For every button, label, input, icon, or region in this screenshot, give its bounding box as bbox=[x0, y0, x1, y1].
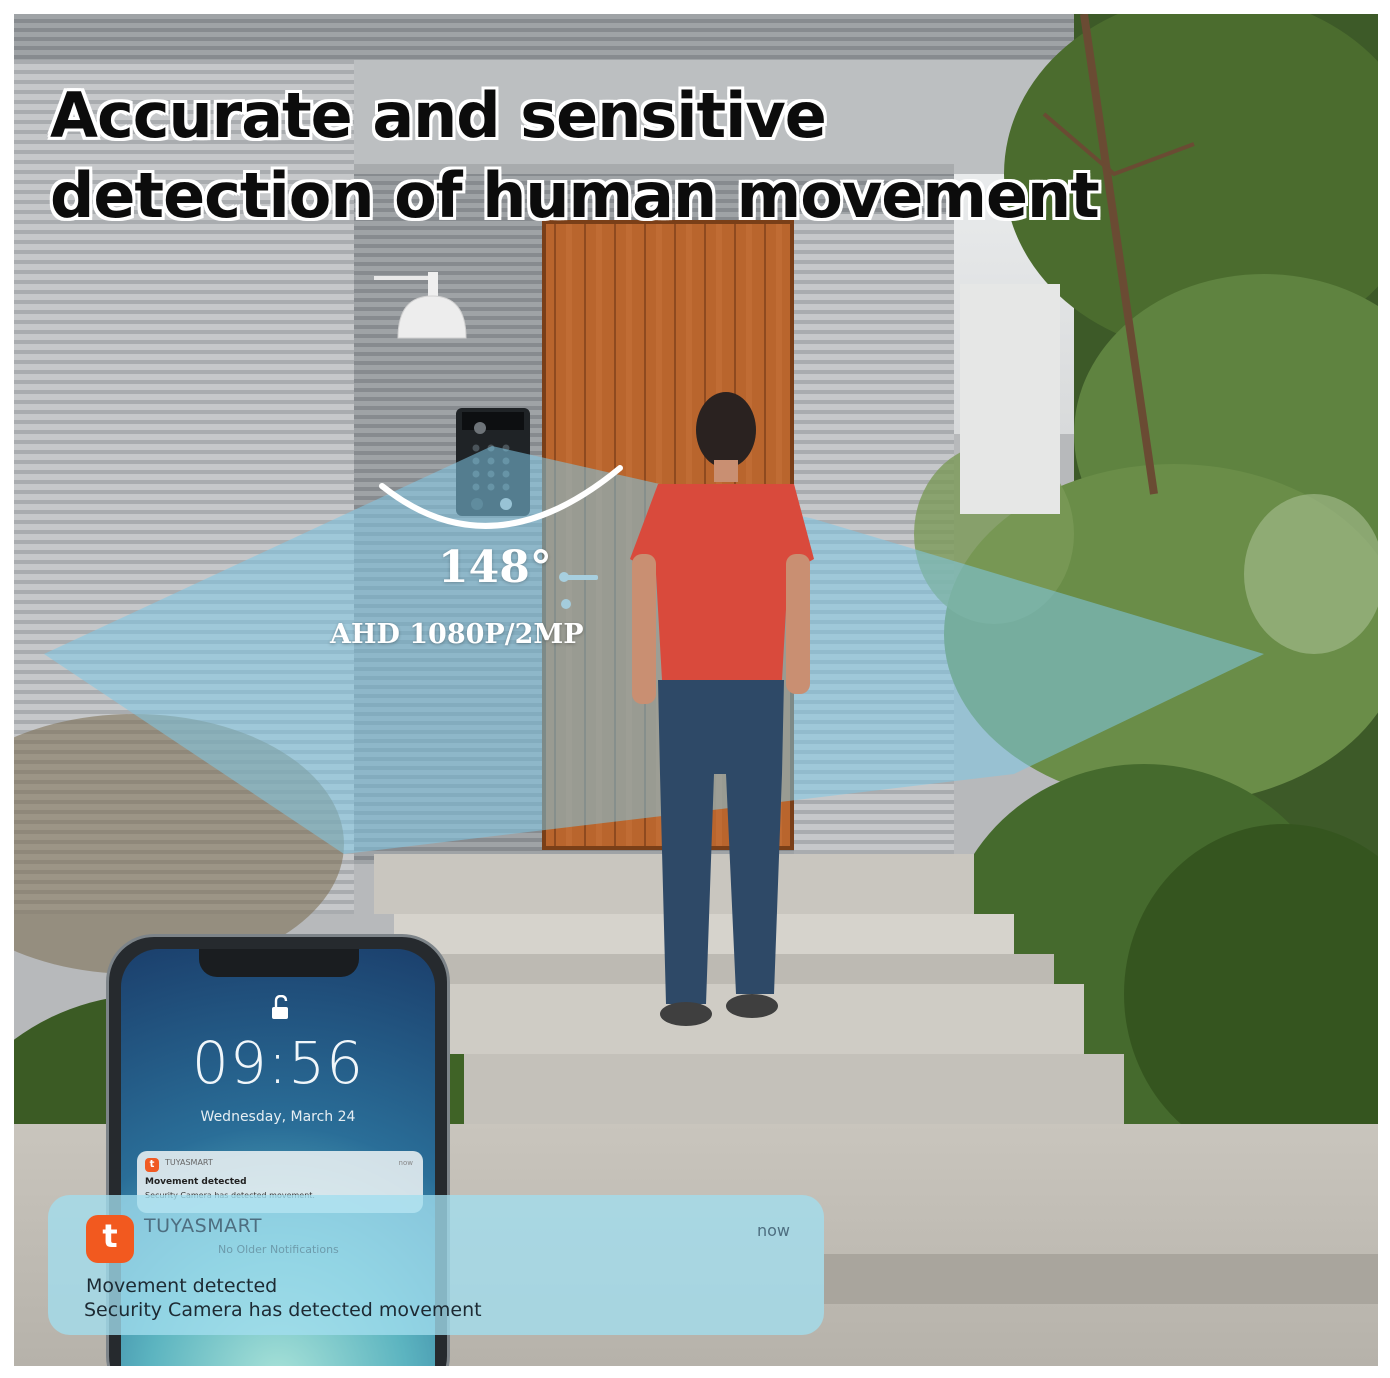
notification-title: Movement detected bbox=[86, 1275, 278, 1297]
notification-body: Security Camera has detected movement bbox=[84, 1299, 482, 1321]
notification-time: now bbox=[756, 1221, 790, 1240]
notification-secondary-text: No Older Notifications bbox=[218, 1243, 339, 1256]
phone-notch bbox=[199, 949, 359, 977]
phone-notification-time: now bbox=[398, 1159, 413, 1167]
phone-date: Wednesday, March 24 bbox=[200, 1109, 356, 1125]
view-angle-label: 148° bbox=[438, 542, 552, 593]
photo-frame: Accurate and sensitive detection of huma… bbox=[14, 14, 1378, 1366]
unlock-icon bbox=[272, 995, 288, 1019]
phone-notification-title: Movement detected bbox=[145, 1177, 247, 1187]
tuya-app-icon: t bbox=[86, 1215, 134, 1263]
notification-app-name: TUYASMART bbox=[144, 1215, 263, 1237]
phone-clock: 09:56 bbox=[191, 1029, 365, 1097]
phone-notification-app: TUYASMART bbox=[165, 1158, 213, 1167]
motion-notification[interactable]: t TUYASMART now No Older Notifications M… bbox=[48, 1195, 824, 1335]
headline: Accurate and sensitive detection of huma… bbox=[50, 76, 1100, 236]
resolution-label: AHD 1080P/2MP bbox=[330, 619, 584, 650]
headline-line-1: Accurate and sensitive bbox=[50, 79, 827, 152]
tuya-app-icon-letter: t bbox=[102, 1217, 118, 1255]
tuya-app-icon: t bbox=[145, 1158, 159, 1172]
headline-line-2: detection of human movement bbox=[50, 159, 1100, 232]
